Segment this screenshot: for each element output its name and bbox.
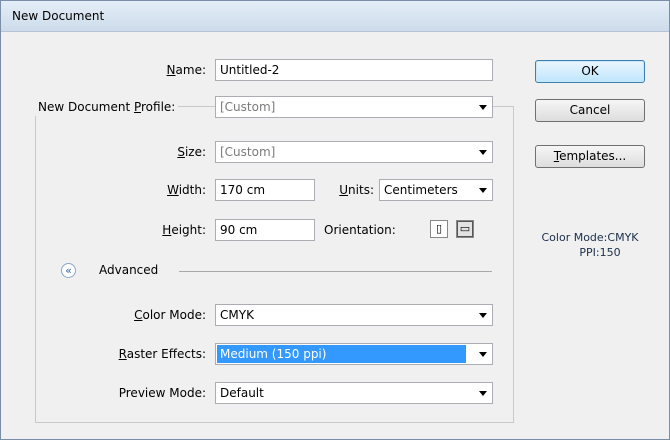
- dialog-body: Name: Untitled-2 New Document Profile: […: [10, 32, 660, 430]
- chevron-down-icon: [474, 142, 492, 162]
- units-value: Centimeters: [384, 183, 458, 197]
- preview-mode-value: Default: [220, 386, 264, 400]
- raster-effects-label: Raster Effects:: [118, 347, 206, 361]
- name-input[interactable]: Untitled-2: [215, 59, 493, 81]
- preview-mode-dropdown[interactable]: Default: [215, 382, 493, 404]
- chevron-down-icon: [474, 97, 492, 117]
- cancel-button[interactable]: Cancel: [535, 99, 645, 122]
- units-label: Units:: [339, 183, 374, 197]
- chevron-down-icon: [474, 305, 492, 325]
- ppi-info: PPI:150: [579, 246, 621, 259]
- portrait-orientation-icon[interactable]: ▯: [430, 220, 448, 238]
- height-input[interactable]: 90 cm: [215, 219, 315, 241]
- size-value: [Custom]: [220, 145, 276, 159]
- new-document-dialog: New Document Name: Untitled-2 New Docume…: [0, 0, 670, 440]
- orientation-label: Orientation:: [324, 223, 396, 237]
- preview-mode-label: Preview Mode:: [118, 386, 206, 400]
- chevron-down-icon: [474, 180, 492, 200]
- name-label: Name:: [166, 63, 206, 77]
- window-title: New Document: [12, 9, 105, 23]
- color-mode-value: CMYK: [220, 308, 254, 322]
- profile-group-label: New Document Profile:: [35, 100, 179, 116]
- name-label-text: ame:: [175, 63, 206, 77]
- height-label: Height:: [162, 223, 206, 237]
- raster-effects-value: Medium (150 ppi): [217, 345, 466, 363]
- advanced-label: Advanced: [99, 263, 159, 277]
- templates-button[interactable]: Templates...: [535, 145, 645, 168]
- units-dropdown[interactable]: Centimeters: [379, 179, 493, 201]
- raster-effects-dropdown[interactable]: Medium (150 ppi): [215, 343, 493, 365]
- width-label: Width:: [167, 183, 206, 197]
- title-bar: New Document: [1, 1, 669, 32]
- chevron-down-icon: [474, 383, 492, 403]
- size-label: Size:: [177, 145, 206, 159]
- chevron-double-up-icon[interactable]: «: [61, 263, 76, 278]
- ok-button[interactable]: OK: [535, 60, 645, 83]
- color-mode-info: Color Mode:CMYK: [541, 231, 639, 244]
- advanced-divider: [179, 271, 492, 272]
- color-mode-dropdown[interactable]: CMYK: [215, 304, 493, 326]
- landscape-orientation-icon[interactable]: ▭: [456, 220, 474, 238]
- width-input[interactable]: 170 cm: [215, 179, 315, 201]
- profile-dropdown[interactable]: [Custom]: [215, 96, 493, 118]
- profile-value: [Custom]: [220, 100, 276, 114]
- chevron-down-icon: [474, 344, 492, 364]
- size-dropdown[interactable]: [Custom]: [215, 141, 493, 163]
- color-mode-label: Color Mode:: [134, 308, 206, 322]
